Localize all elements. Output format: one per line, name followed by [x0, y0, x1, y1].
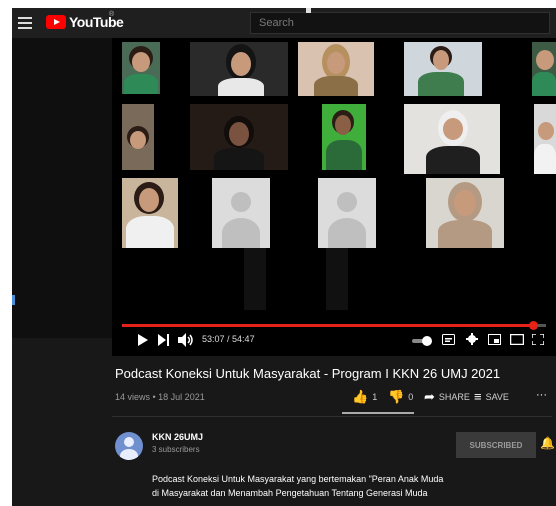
- menu-icon[interactable]: [18, 17, 32, 29]
- search-focus-marker: [306, 8, 311, 13]
- logo-registered-mark: ®: [109, 11, 115, 18]
- video-title: Podcast Koneksi Untuk Masyarakat - Progr…: [115, 366, 501, 381]
- captions-icon[interactable]: [442, 334, 455, 348]
- video-gap: [244, 248, 266, 310]
- youtube-window: YouTube ® Search 53:07 / 54:47 Podcast K…: [12, 8, 556, 506]
- dislike-count: 0: [408, 392, 414, 402]
- video-gap: [326, 248, 348, 310]
- current-time: 53:07: [202, 334, 225, 344]
- participant-tile: [122, 42, 160, 94]
- progress-fill: [122, 324, 534, 327]
- more-icon: ···: [536, 389, 547, 401]
- description-line: di Masyarakat dan Menambah Pengetahuan T…: [152, 488, 428, 498]
- share-icon: ➦: [424, 389, 435, 404]
- duration: 54:47: [232, 334, 255, 344]
- video-info: Podcast Koneksi Untuk Masyarakat - Progr…: [12, 356, 556, 506]
- subscriber-count: 3 subscribers: [152, 445, 200, 454]
- video-player[interactable]: 53:07 / 54:47: [112, 38, 556, 356]
- participant-tile: [122, 104, 154, 170]
- autoplay-toggle[interactable]: [412, 335, 432, 349]
- divider: [112, 416, 552, 417]
- progress-bar[interactable]: [122, 321, 546, 330]
- participant-tile: [534, 104, 556, 174]
- thumbs-up-icon: 👍: [352, 389, 369, 404]
- participant-tile: [190, 42, 288, 96]
- left-gutter: [12, 38, 112, 338]
- volume-icon[interactable]: [178, 333, 194, 350]
- like-button[interactable]: 👍 1: [352, 389, 377, 405]
- save-button[interactable]: ≡ SAVE: [474, 389, 509, 404]
- video-description: Podcast Koneksi Untuk Masyarakat yang be…: [152, 472, 472, 500]
- thumbs-down-icon: 👎: [388, 389, 405, 404]
- top-bar: YouTube ®: [12, 8, 556, 38]
- youtube-logo-text[interactable]: YouTube: [69, 14, 124, 30]
- gear-icon[interactable]: [466, 333, 478, 348]
- view-count-date: 14 views • 18 Jul 2021: [115, 392, 205, 402]
- search-input[interactable]: [250, 12, 550, 34]
- participant-tile: [298, 42, 374, 96]
- description-line: Podcast Koneksi Untuk Masyarakat yang be…: [152, 474, 444, 484]
- participant-tile-no-video: [212, 178, 270, 248]
- bell-icon[interactable]: 🔔: [540, 436, 555, 450]
- next-icon[interactable]: [158, 334, 170, 349]
- more-actions-button[interactable]: ···: [536, 389, 547, 401]
- youtube-logo-icon[interactable]: [46, 15, 66, 29]
- share-label: SHARE: [438, 392, 470, 402]
- scrubber-handle[interactable]: [529, 321, 539, 330]
- participant-tile: [532, 42, 556, 96]
- miniplayer-icon[interactable]: [488, 334, 501, 348]
- scroll-marker: [12, 295, 15, 305]
- participant-tile: [426, 178, 504, 248]
- channel-name[interactable]: KKN 26UMJ: [152, 432, 203, 442]
- participant-tile-no-video: [318, 178, 376, 248]
- avatar[interactable]: [115, 432, 143, 460]
- participant-tile: [404, 104, 500, 174]
- like-ratio-bar: [342, 412, 414, 414]
- save-icon: ≡: [474, 389, 482, 404]
- participant-tile: [322, 104, 366, 170]
- play-icon[interactable]: [138, 334, 148, 349]
- participant-tile: [190, 104, 288, 170]
- time-display: 53:07 / 54:47: [202, 334, 255, 344]
- theater-icon[interactable]: [509, 333, 525, 348]
- share-button[interactable]: ➦ SHARE: [424, 389, 470, 405]
- fullscreen-icon[interactable]: [531, 333, 545, 348]
- subscribed-button[interactable]: SUBSCRIBED: [456, 432, 536, 458]
- save-label: SAVE: [485, 391, 509, 402]
- participant-tile: [122, 178, 178, 248]
- like-count: 1: [372, 392, 378, 402]
- dislike-button[interactable]: 👎 0: [388, 389, 413, 405]
- participant-tile: [404, 42, 482, 96]
